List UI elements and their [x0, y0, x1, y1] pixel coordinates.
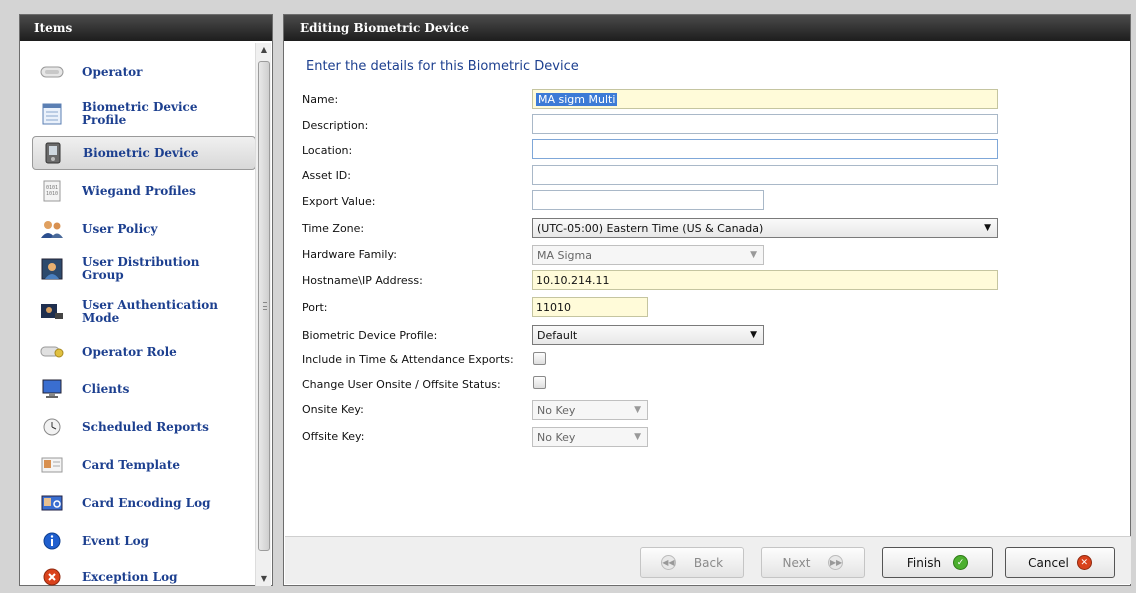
- clients-icon: [40, 377, 64, 401]
- device-profile-label: Biometric Device Profile:: [302, 328, 438, 342]
- hostname-label: Hostname\IP Address:: [302, 273, 423, 287]
- chevron-down-icon: ▼: [984, 223, 991, 233]
- items-panel: Items Operator Biometric Device Profile …: [19, 14, 273, 586]
- sidebar-item-event-log[interactable]: Event Log: [32, 529, 256, 553]
- form-heading: Enter the details for this Biometric Dev…: [306, 59, 579, 74]
- rewind-icon: ◀◀: [660, 555, 676, 570]
- description-field[interactable]: [532, 114, 998, 134]
- sidebar-item-wiegand-profiles[interactable]: 0101 1010 Wiegand Profiles: [32, 179, 256, 203]
- time-zone-label: Time Zone:: [302, 221, 365, 235]
- fast-forward-icon: ▶▶: [828, 555, 844, 570]
- svg-text:1010: 1010: [46, 191, 58, 197]
- check-icon: ✓: [953, 555, 969, 570]
- items-scrollbar[interactable]: ▲ ▼: [255, 43, 271, 586]
- time-attendance-checkbox[interactable]: [533, 352, 546, 365]
- chevron-down-icon: ▼: [750, 330, 757, 340]
- hostname-field[interactable]: 10.10.214.11: [532, 270, 998, 290]
- time-zone-dropdown[interactable]: (UTC-05:00) Eastern Time (US & Canada) ▼: [532, 218, 998, 238]
- name-label: Name:: [302, 92, 339, 106]
- grip-icon: [263, 302, 267, 310]
- export-value-label: Export Value:: [302, 194, 376, 208]
- card-template-icon: [40, 453, 64, 477]
- sidebar-item-operator-role[interactable]: Operator Role: [32, 340, 256, 364]
- distribution-group-icon: [40, 257, 64, 281]
- port-label: Port:: [302, 300, 328, 314]
- onsite-status-checkbox[interactable]: [533, 376, 546, 389]
- port-field[interactable]: 11010: [532, 297, 648, 317]
- sidebar-item-operator[interactable]: Operator: [32, 61, 256, 83]
- finish-button[interactable]: Finish ✓: [882, 547, 993, 578]
- asset-id-label: Asset ID:: [302, 168, 351, 182]
- wizard-footer: ◀◀ Back Next ▶▶ Finish ✓ Cancel ✕: [285, 536, 1131, 584]
- close-icon: ✕: [1076, 555, 1092, 570]
- scroll-up-icon[interactable]: ▲: [256, 43, 272, 57]
- hardware-family-dropdown[interactable]: MA Sigma ▼: [532, 245, 764, 265]
- sidebar-item-biometric-device-profile[interactable]: Biometric Device Profile: [32, 99, 256, 129]
- wiegand-icon: 0101 1010: [40, 179, 64, 203]
- offsite-key-label: Offsite Key:: [302, 429, 365, 443]
- scheduled-reports-icon: [40, 415, 64, 439]
- sidebar-item-user-policy[interactable]: User Policy: [32, 217, 256, 241]
- scrollbar-thumb[interactable]: [258, 61, 270, 551]
- chevron-down-icon: ▼: [750, 250, 757, 260]
- editor-panel-title: Editing Biometric Device: [284, 15, 1130, 41]
- time-attendance-label: Include in Time & Attendance Exports:: [302, 352, 514, 366]
- operator-role-icon: [40, 340, 64, 364]
- sidebar-item-card-template[interactable]: Card Template: [32, 453, 256, 477]
- name-field[interactable]: MA sigm Multi: [532, 89, 998, 109]
- back-button[interactable]: ◀◀ Back: [640, 547, 744, 578]
- card-encoding-log-icon: [40, 491, 64, 515]
- sidebar-item-user-authentication-mode[interactable]: User Authentication Mode: [32, 297, 256, 327]
- onsite-key-label: Onsite Key:: [302, 402, 364, 416]
- sidebar-item-card-encoding-log[interactable]: Card Encoding Log: [32, 491, 256, 515]
- authentication-mode-icon: [40, 300, 64, 324]
- sidebar-item-exception-log[interactable]: Exception Log: [32, 566, 256, 588]
- operator-icon: [40, 60, 64, 84]
- hardware-family-label: Hardware Family:: [302, 247, 397, 261]
- items-panel-title: Items: [20, 15, 272, 41]
- sidebar-item-scheduled-reports[interactable]: Scheduled Reports: [32, 415, 256, 439]
- user-policy-icon: [40, 217, 64, 241]
- export-value-field[interactable]: [532, 190, 764, 210]
- onsite-status-label: Change User Onsite / Offsite Status:: [302, 377, 501, 391]
- sidebar-item-user-distribution-group[interactable]: User Distribution Group: [32, 253, 256, 285]
- description-label: Description:: [302, 118, 369, 132]
- offsite-key-dropdown[interactable]: No Key ▼: [532, 427, 648, 447]
- sidebar-item-biometric-device[interactable]: Biometric Device: [32, 136, 256, 170]
- asset-id-field[interactable]: [532, 165, 998, 185]
- biometric-device-icon: [41, 141, 65, 165]
- chevron-down-icon: ▼: [634, 432, 641, 442]
- location-field[interactable]: [532, 139, 998, 159]
- editor-panel: Editing Biometric Device Enter the detai…: [283, 14, 1131, 586]
- scroll-down-icon[interactable]: ▼: [256, 572, 272, 586]
- chevron-down-icon: ▼: [634, 405, 641, 415]
- cancel-button[interactable]: Cancel ✕: [1005, 547, 1115, 578]
- location-label: Location:: [302, 143, 353, 157]
- error-icon: [40, 566, 64, 588]
- device-profile-icon: [40, 102, 64, 126]
- device-profile-dropdown[interactable]: Default ▼: [532, 325, 764, 345]
- next-button[interactable]: Next ▶▶: [761, 547, 865, 578]
- sidebar-item-clients[interactable]: Clients: [32, 377, 256, 401]
- info-icon: [40, 529, 64, 553]
- onsite-key-dropdown[interactable]: No Key ▼: [532, 400, 648, 420]
